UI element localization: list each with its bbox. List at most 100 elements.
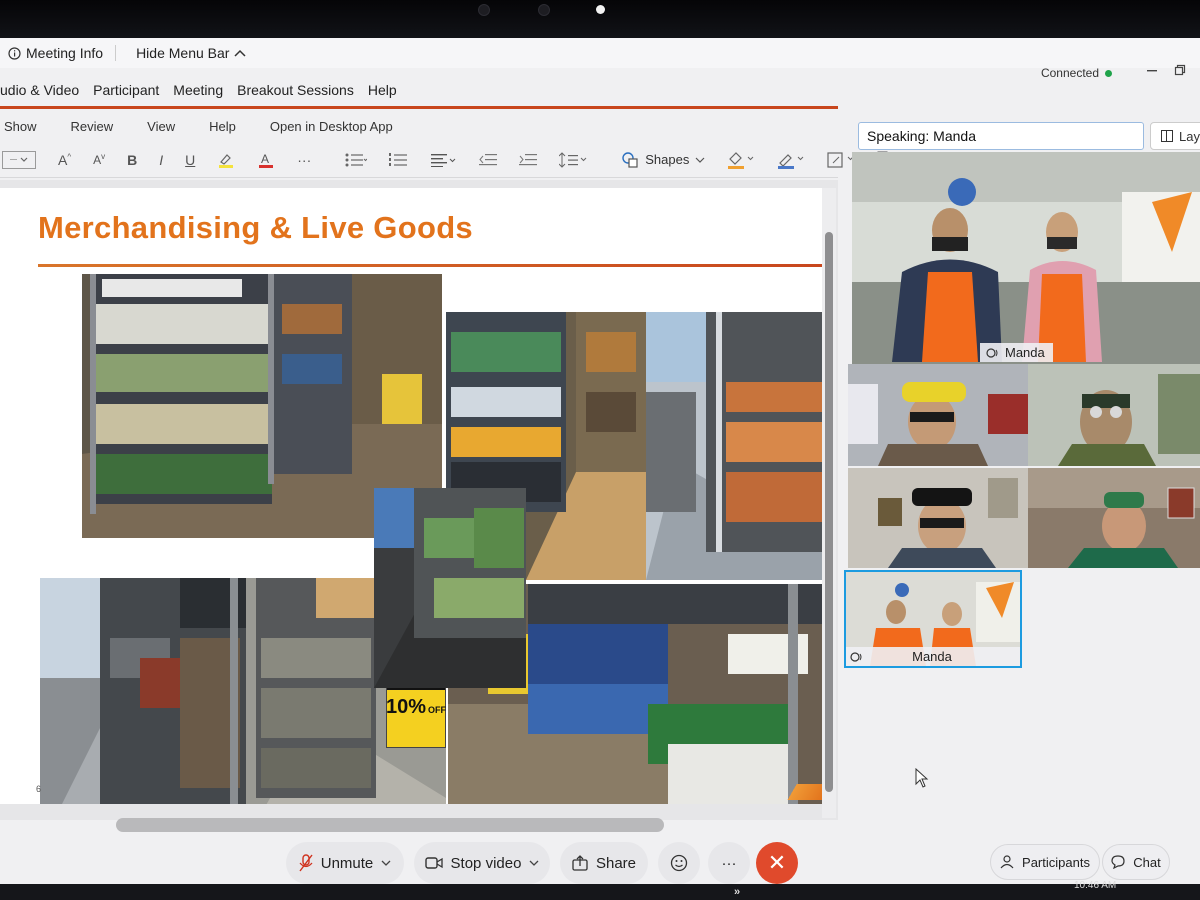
bullet-list-icon: [345, 153, 368, 166]
window-controls: [1146, 64, 1186, 76]
slide-number: 6: [36, 784, 42, 794]
scrollbar-thumb[interactable]: [825, 232, 833, 792]
app-window: Meeting Info Hide Menu Bar Connected udi…: [0, 38, 1200, 886]
font-size-select[interactable]: [2, 150, 36, 169]
connected-label: Connected: [1040, 66, 1099, 80]
participant-name-tag: Manda: [980, 343, 1053, 362]
restore-icon[interactable]: [1174, 64, 1186, 76]
share-label: Share: [595, 854, 637, 872]
speaking-prefix: Speaking:: [867, 128, 930, 144]
active-speaker-banner: Speaking: Manda: [858, 122, 1144, 150]
shape-fill-button[interactable]: [727, 151, 755, 169]
minimize-icon[interactable]: [1146, 64, 1158, 76]
chevron-down-icon[interactable]: [381, 859, 391, 867]
bold-button[interactable]: B: [127, 152, 137, 168]
menu-audio-video[interactable]: udio & Video: [0, 82, 79, 98]
participants-button[interactable]: Participants: [990, 844, 1100, 880]
share-button[interactable]: Share: [560, 842, 648, 884]
self-name-tag: Manda: [846, 647, 1020, 666]
font-color-icon: A: [259, 152, 274, 168]
align-button[interactable]: [431, 153, 457, 167]
self-view-video[interactable]: Manda: [844, 570, 1022, 668]
participant-video-tile[interactable]: [1028, 364, 1200, 466]
participant-video-tile[interactable]: [848, 364, 1028, 466]
line-spacing-button[interactable]: [559, 151, 587, 168]
decrease-indent-button[interactable]: [479, 153, 498, 167]
chat-label: Chat: [1133, 854, 1161, 870]
taskbar-clock: 10:46 AM: [1074, 880, 1117, 891]
tab-show[interactable]: Show: [4, 119, 37, 134]
tab-help[interactable]: Help: [209, 119, 236, 134]
sign-discount: 10%: [385, 696, 427, 718]
bullets-button[interactable]: [345, 153, 368, 167]
more-options-button[interactable]: ···: [708, 842, 750, 884]
increase-font-button[interactable]: A^: [58, 152, 71, 168]
participant-video-tile[interactable]: [1028, 468, 1200, 568]
meeting-info-label: Meeting Info: [26, 45, 104, 61]
meeting-bar: Meeting Info Hide Menu Bar: [0, 38, 1200, 68]
divider: [115, 45, 117, 61]
highlighter-icon: [219, 153, 234, 168]
self-name: Manda: [912, 649, 952, 664]
video-feed-image: [1028, 364, 1200, 466]
accent-line: [0, 106, 838, 109]
underline-button[interactable]: U: [185, 152, 195, 168]
stop-video-label: Stop video: [450, 854, 522, 872]
aisle-photo-image: [40, 578, 250, 804]
more-formatting-button[interactable]: ···: [297, 152, 311, 168]
shapes-button[interactable]: Shapes: [621, 151, 705, 168]
meeting-info-button[interactable]: Meeting Info: [8, 45, 103, 61]
slide[interactable]: Merchandising & Live Goods 10% OFF 6: [0, 188, 832, 804]
hide-menu-bar-label: Hide Menu Bar: [136, 45, 230, 61]
video-camera-icon: [424, 857, 443, 869]
stop-video-button[interactable]: Stop video: [414, 842, 550, 884]
horizontal-scrollbar[interactable]: [116, 818, 664, 832]
audio-wave-icon: [986, 347, 998, 358]
line-spacing-icon: [559, 151, 587, 168]
taskbar-overflow-icon[interactable]: »: [734, 886, 740, 898]
menu-meeting[interactable]: Meeting: [173, 82, 223, 98]
speaking-name: Manda: [933, 128, 976, 144]
hide-menu-bar-button[interactable]: Hide Menu Bar: [136, 45, 246, 61]
main-speaker-video[interactable]: Manda: [852, 152, 1200, 364]
vertical-scrollbar[interactable]: [822, 188, 836, 818]
shapes-label: Shapes: [645, 152, 690, 167]
svg-text:A: A: [261, 152, 269, 166]
chevron-up-icon: [234, 49, 246, 57]
end-meeting-button[interactable]: ✕: [756, 842, 798, 884]
chat-bubble-icon: [1111, 855, 1125, 869]
sign-off: OFF: [428, 705, 446, 715]
slide-title: Merchandising & Live Goods: [38, 210, 473, 245]
numbering-button[interactable]: [389, 152, 409, 167]
ellipsis-icon: ···: [297, 151, 312, 168]
reactions-button[interactable]: [658, 842, 700, 884]
ellipsis-icon: ···: [721, 854, 737, 872]
menu-breakout-sessions[interactable]: Breakout Sessions: [237, 82, 354, 98]
camera-led-icon: [596, 5, 605, 14]
open-desktop-app-link[interactable]: Open in Desktop App: [270, 119, 393, 134]
highlight-button[interactable]: [217, 152, 235, 168]
chat-button[interactable]: Chat: [1102, 844, 1170, 880]
increase-indent-button[interactable]: [519, 153, 538, 167]
layout-button[interactable]: Layo: [1150, 122, 1200, 150]
chevron-down-icon[interactable]: [529, 859, 539, 867]
video-feed-image: [848, 364, 1028, 466]
taskbar: [0, 884, 1200, 900]
layout-label: Layo: [1179, 128, 1200, 144]
unmute-button[interactable]: Unmute: [286, 842, 404, 884]
bold-icon: B: [127, 151, 138, 168]
menu-help[interactable]: Help: [368, 82, 397, 98]
participant-name: Manda: [1005, 345, 1045, 360]
shape-outline-button[interactable]: [777, 151, 805, 169]
italic-button[interactable]: I: [159, 152, 163, 168]
tab-review[interactable]: Review: [71, 119, 114, 134]
mouse-cursor-icon: [915, 768, 929, 788]
participant-video-tile[interactable]: [848, 468, 1028, 568]
status-dot-icon: [1105, 69, 1112, 77]
menu-participant[interactable]: Participant: [93, 82, 159, 98]
slide-corner-accent: [782, 784, 822, 800]
decrease-font-button[interactable]: Av: [93, 152, 105, 167]
font-color-button[interactable]: A: [257, 152, 275, 168]
paint-bucket-icon: [728, 151, 754, 169]
tab-view[interactable]: View: [147, 119, 175, 134]
